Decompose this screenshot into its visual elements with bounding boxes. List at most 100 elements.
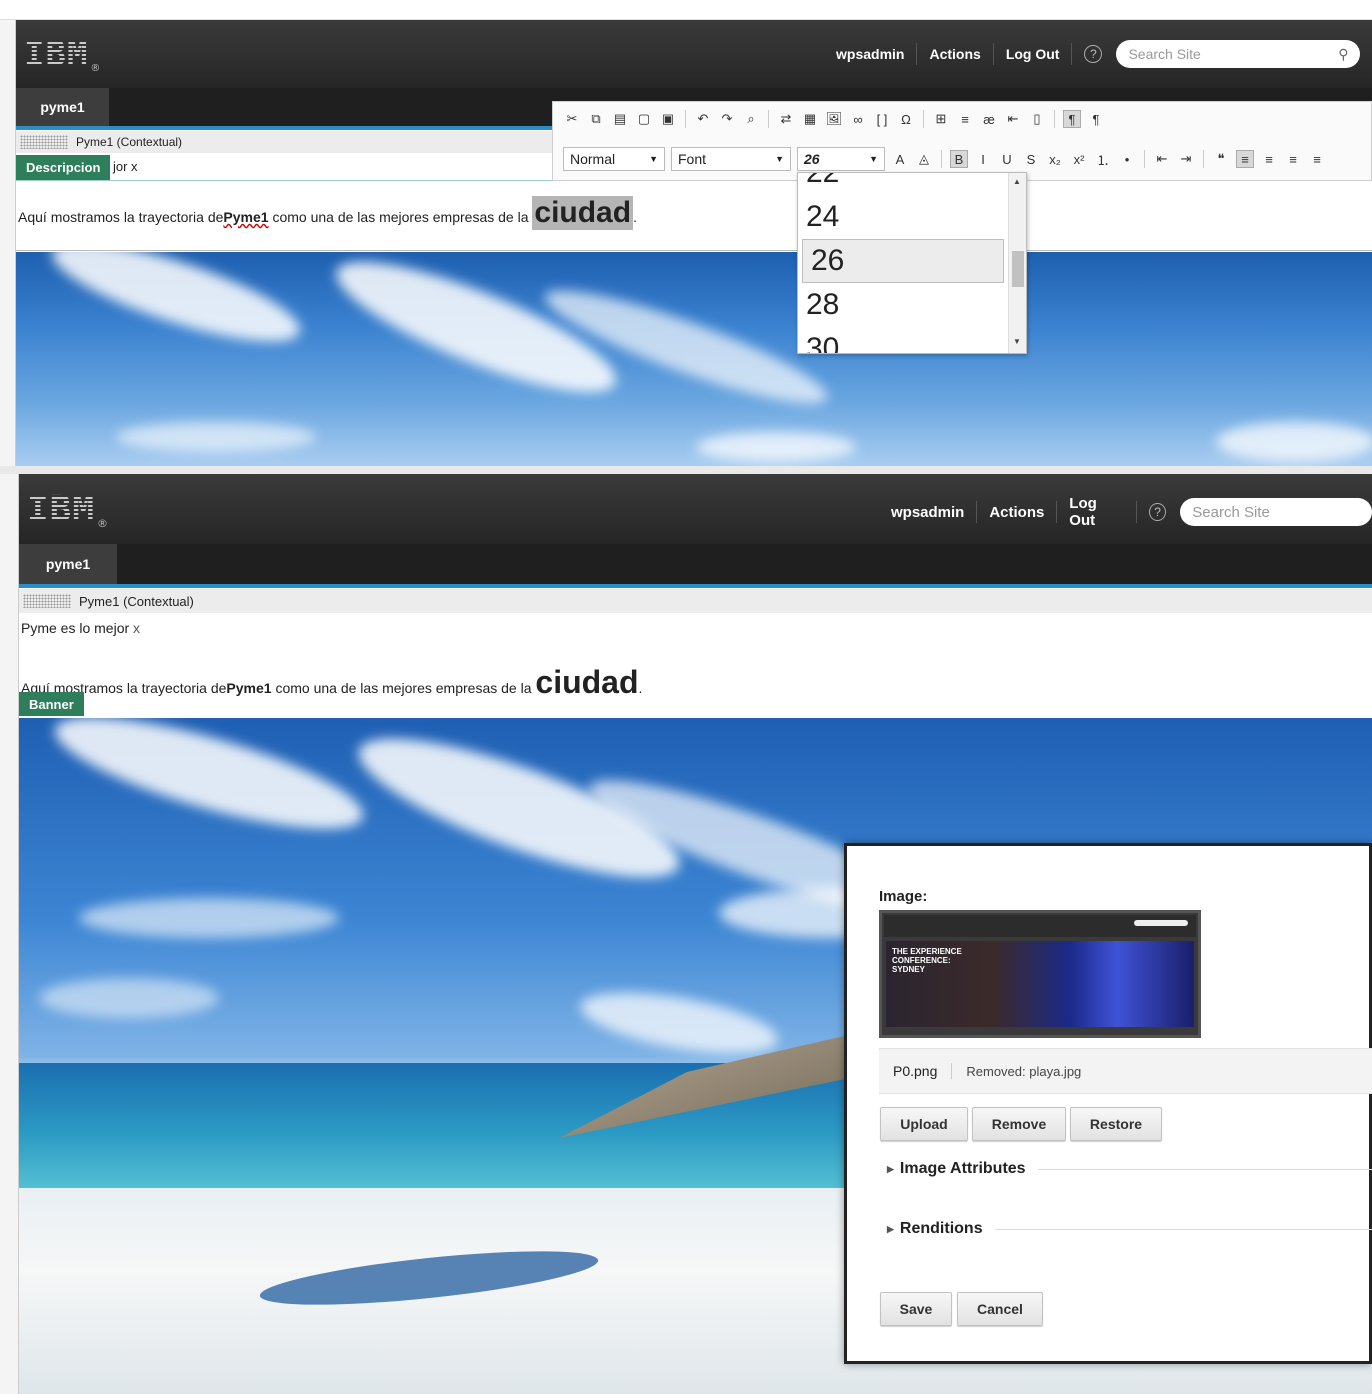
format-value: Normal [570,151,616,167]
option-label: 24 [806,200,840,233]
table-icon[interactable]: ⊞ [932,110,950,128]
page-icon[interactable]: ▯ [1028,110,1046,128]
superscript-icon[interactable]: x² [1070,150,1088,168]
copy-icon[interactable]: ⧉ [587,110,605,128]
image-icon[interactable]: 🖼 [825,110,843,128]
divider [1136,501,1138,523]
button-label: Save [899,1301,933,1317]
scroll-thumb[interactable] [1012,251,1024,287]
brackets-icon[interactable]: [ ] [873,110,891,128]
save-button[interactable]: Save [880,1292,952,1326]
image-label: Image: [879,888,927,905]
list-icon[interactable]: ≡ [956,110,974,128]
restore-button[interactable]: Restore [1070,1107,1162,1141]
cancel-button[interactable]: Cancel [957,1292,1043,1326]
close-x[interactable]: x [133,620,140,636]
undo-icon[interactable]: ↶ [694,110,712,128]
align-right-icon[interactable]: ≡ [1284,150,1302,168]
logout-link[interactable]: Log Out [1006,46,1060,62]
actions-menu[interactable]: Actions [929,46,980,62]
thumb-title: THE EXPERIENCE CONFERENCE: SYDNEY [892,947,982,974]
ae-icon[interactable]: æ [980,110,998,128]
align-center-icon[interactable]: ≡ [1260,150,1278,168]
registered-mark: ® [97,517,109,530]
scroll-down-arrow-icon[interactable]: ▼ [1013,337,1021,346]
logout-link[interactable]: Log Out [1069,495,1124,529]
tab-label: pyme1 [40,99,85,115]
italic-icon[interactable]: I [974,150,992,168]
text-color-icon[interactable]: A [891,150,909,168]
section-label: Image Attributes [899,1160,1026,1177]
toolbar-separator [941,150,942,168]
numbered-list-icon[interactable]: ⒈ [1094,150,1112,168]
show-blocks-icon[interactable]: ¶ [1063,110,1081,128]
size-option-30[interactable]: 30 [798,327,1008,353]
ibm-logo[interactable]: IBM ® [27,489,108,530]
toolbar-row-2-buttons: A ◬ B I U Sx₂ x² ⒈ • ⇤ ⇥ ❝ ≡ ≡ ≡ ≡ [891,150,1326,168]
section-line [994,1228,1372,1230]
user-link[interactable]: wpsadmin [836,46,904,62]
justify-icon[interactable]: ≡ [1308,150,1326,168]
search-placeholder: Search Site [1128,46,1201,62]
bottom-screenshot: IBM ® wpsadmin Actions Log Out ? Search … [0,474,1372,1394]
ibm-logo[interactable]: IBM ® [24,34,100,74]
help-icon[interactable]: ? [1084,45,1103,63]
replace-icon[interactable]: ⇄ [777,110,795,128]
tab-pyme1[interactable]: pyme1 [19,544,117,584]
remove-button[interactable]: Remove [972,1107,1066,1141]
dropdown-list: 22 24 26 28 30 [798,173,1008,353]
image-attributes-toggle[interactable]: ▶ Image Attributes [887,1160,1372,1178]
search-icon[interactable]: ⚲ [1338,46,1348,63]
tab-pyme1[interactable]: pyme1 [16,88,109,126]
bold-icon[interactable]: B [950,150,968,168]
special-char-icon[interactable]: Ω [897,110,915,128]
size-option-26-selected[interactable]: 26 [802,239,1004,283]
subscript-icon[interactable]: x₂ [1046,150,1064,168]
redo-icon[interactable]: ↷ [718,110,736,128]
bulleted-list-icon[interactable]: • [1118,150,1136,168]
banner-tag[interactable]: Banner [19,692,84,716]
scroll-up-arrow-icon[interactable]: ▲ [1013,177,1021,186]
strike-icon[interactable]: S [1022,150,1040,168]
search-input[interactable]: Search Site ⚲ [1116,40,1361,68]
indent-icon[interactable]: ⇥ [1177,150,1195,168]
size-option-24[interactable]: 24 [798,195,1008,239]
image-thumbnail[interactable]: THE EXPERIENCE CONFERENCE: SYDNEY [879,910,1201,1038]
cut-icon[interactable]: ✂ [563,110,581,128]
paste-icon[interactable]: ▤ [611,110,629,128]
select-all-icon[interactable]: ▦ [801,110,819,128]
user-link[interactable]: wpsadmin [891,504,964,521]
nav-bar: pyme1 [19,544,1372,584]
drag-handle[interactable] [23,594,71,608]
size-select[interactable]: 26 ▼ [797,147,885,171]
renditions-toggle[interactable]: ▶ Renditions [887,1220,1372,1238]
help-icon[interactable]: ? [1149,503,1167,521]
descripcion-field[interactable]: jor x [113,159,138,174]
link-icon[interactable]: ∞ [849,110,867,128]
paste-text-icon[interactable]: ▢ [635,110,653,128]
drag-handle[interactable] [20,135,68,149]
paste-word-icon[interactable]: ▣ [659,110,677,128]
blockquote-icon[interactable]: ❝ [1212,150,1230,168]
dropdown-scrollbar[interactable]: ▲ ▼ [1008,173,1026,353]
direction-icon[interactable]: ⇤ [1004,110,1022,128]
upload-button[interactable]: Upload [880,1107,968,1141]
content-separator [16,250,1372,251]
font-select[interactable]: Font ▼ [671,147,791,171]
find-icon[interactable]: ⌕ [742,110,760,128]
outdent-icon[interactable]: ⇤ [1153,150,1171,168]
body-text[interactable]: Aquí mostramos la trayectoria de Pyme1 c… [18,196,637,230]
search-input[interactable]: Search Site [1180,498,1372,526]
size-option-28[interactable]: 28 [798,283,1008,327]
bg-color-icon[interactable]: ◬ [915,150,933,168]
underline-icon[interactable]: U [998,150,1016,168]
format-select[interactable]: Normal ▼ [563,147,665,171]
actions-menu[interactable]: Actions [989,504,1044,521]
size-option-22[interactable]: 22 [798,173,1008,195]
align-left-icon[interactable]: ≡ [1236,150,1254,168]
paragraph-icon[interactable]: ¶ [1087,110,1105,128]
body-text: Aquí mostramos la trayectoria de Pyme1 c… [21,664,642,701]
thumb-search [1134,920,1188,926]
caret-right-icon: ▶ [887,1223,894,1234]
chevron-down-icon: ▼ [869,154,878,164]
